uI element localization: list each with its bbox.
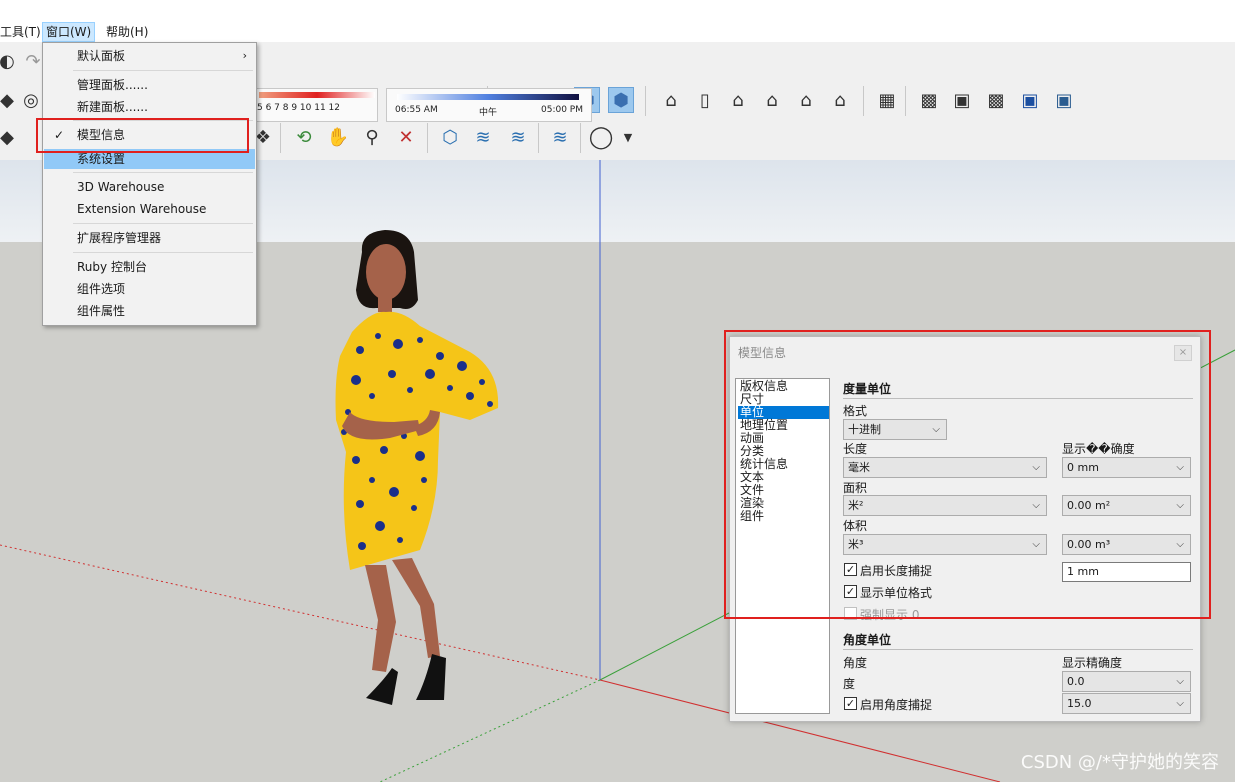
camera-icon[interactable]: ◎ <box>18 87 44 113</box>
extension-warehouse-icon[interactable]: ≋ <box>547 124 573 150</box>
account-dropdown-icon[interactable]: ▼ <box>615 124 641 150</box>
time-track <box>397 94 579 100</box>
back-view-icon[interactable]: ⌂ <box>793 87 819 113</box>
orbit-tool-icon[interactable]: ⟲ <box>291 124 317 150</box>
toolbar-separator <box>280 123 281 153</box>
menu-item-ruby-console[interactable]: Ruby 控制台 <box>44 257 255 277</box>
red-axis-negative <box>0 544 601 681</box>
orbit-icon[interactable]: ◐ <box>0 48 20 74</box>
monochrome-icon[interactable]: ▣ <box>1051 87 1077 113</box>
shadow-time-slider[interactable]: 06:55 AM 中午 05:00 PM <box>386 88 592 122</box>
menu-item-3d-warehouse[interactable]: 3D Warehouse <box>44 177 255 197</box>
shadow-month-slider[interactable]: 5 6 7 8 9 10 11 12 <box>256 88 378 122</box>
angle-snap-value: 15.0 <box>1067 697 1092 710</box>
menu-item-new-tray[interactable]: 新建面板...... <box>44 97 255 117</box>
menu-divider <box>73 252 253 253</box>
menu-item-extension-manager[interactable]: 扩展程序管理器 <box>44 228 255 248</box>
wireframe-icon[interactable]: ▩ <box>916 87 942 113</box>
iso-view-icon[interactable]: ⌂ <box>658 87 684 113</box>
angle-snap-label: 启用角度捕捉 <box>860 698 933 712</box>
share-component-icon[interactable]: ≋ <box>505 124 531 150</box>
toolbar-separator <box>645 86 646 116</box>
push-pull-icon[interactable]: ◆ <box>0 124 20 150</box>
highlight-box-menu <box>36 118 249 153</box>
menu-divider <box>73 223 253 224</box>
left-view-icon[interactable]: ⌂ <box>827 87 853 113</box>
time-noon: 中午 <box>479 108 498 118</box>
xray-style-icon[interactable]: ▦ <box>874 87 900 113</box>
shaded-icon[interactable]: ▩ <box>983 87 1009 113</box>
green-axis-negative <box>379 679 601 782</box>
menu-window[interactable]: 窗口(W) <box>42 22 96 42</box>
menu-item-manage-trays[interactable]: 管理面板...... <box>44 75 255 95</box>
angle-snap-select[interactable]: 15.0 ⌵ <box>1062 693 1191 714</box>
toolbar-separator <box>427 123 428 153</box>
angle-precision-select[interactable]: 0.0 ⌵ <box>1062 671 1191 692</box>
watermark: CSDN @/*守护她的笑容 <box>1020 752 1219 773</box>
hidden-line-icon[interactable]: ▣ <box>949 87 975 113</box>
menu-divider <box>73 70 253 71</box>
back-edges-icon[interactable]: ⬢ <box>608 87 634 113</box>
time-end: 05:00 PM <box>541 105 583 115</box>
submenu-arrow-icon: › <box>242 49 247 62</box>
angle-precision-value: 0.0 <box>1067 675 1085 688</box>
angle-snap-checkbox[interactable]: ✓ <box>844 697 857 710</box>
zoom-extents-icon[interactable]: ✕ <box>393 124 419 150</box>
menu-item-default-tray[interactable]: 默认面板 › <box>44 46 255 66</box>
time-start: 06:55 AM <box>395 105 438 115</box>
top-view-icon[interactable]: ▯ <box>692 87 718 113</box>
angle-label: 角度 <box>843 656 868 670</box>
menu-divider <box>73 172 253 173</box>
month-scale: 5 6 7 8 9 10 11 12 <box>257 103 341 113</box>
angle-unit-value: 度 <box>843 677 856 691</box>
menu-help[interactable]: 帮助(H) <box>103 22 151 42</box>
paint-icon[interactable]: ◆ <box>0 87 20 113</box>
share-model-icon[interactable]: ≋ <box>470 124 496 150</box>
warehouse-icon[interactable]: ⬡ <box>437 124 463 150</box>
window-menu-dropdown: 默认面板 › 管理面板...... 新建面板...... ✓ 模型信息 系统设置… <box>42 42 257 326</box>
menu-item-extension-warehouse[interactable]: Extension Warehouse <box>44 199 255 219</box>
toolbar-separator <box>863 86 864 116</box>
menu-bar: 工具(T) 窗口(W) 帮助(H) <box>0 0 1235 42</box>
toolbar-separator <box>905 86 906 116</box>
angle-units-heading: 角度单位 <box>843 633 892 647</box>
toolbar-separator <box>580 123 581 153</box>
shaded-textures-icon[interactable]: ▣ <box>1017 87 1043 113</box>
person-figure <box>335 230 499 705</box>
right-view-icon[interactable]: ⌂ <box>759 87 785 113</box>
highlight-box-dialog <box>724 330 1211 619</box>
front-view-icon[interactable]: ⌂ <box>725 87 751 113</box>
menu-item-component-attributes[interactable]: 组件属性 <box>44 301 255 321</box>
menu-item-label: 默认面板 <box>77 49 126 63</box>
month-track <box>259 92 375 98</box>
pan-icon[interactable]: ✋ <box>325 124 351 150</box>
angle-precision-label: 显示精确度 <box>1062 656 1123 670</box>
menu-tools[interactable]: 工具(T) <box>0 22 44 42</box>
menu-item-component-options[interactable]: 组件选项 <box>44 279 255 299</box>
toolbar-separator <box>538 123 539 153</box>
zoom-icon[interactable]: ⚲ <box>359 124 385 150</box>
chevron-down-icon: ⌵ <box>1176 676 1184 687</box>
chevron-down-icon: ⌵ <box>1176 698 1184 709</box>
account-icon[interactable]: ◯ <box>588 124 614 150</box>
section-divider <box>843 649 1193 650</box>
